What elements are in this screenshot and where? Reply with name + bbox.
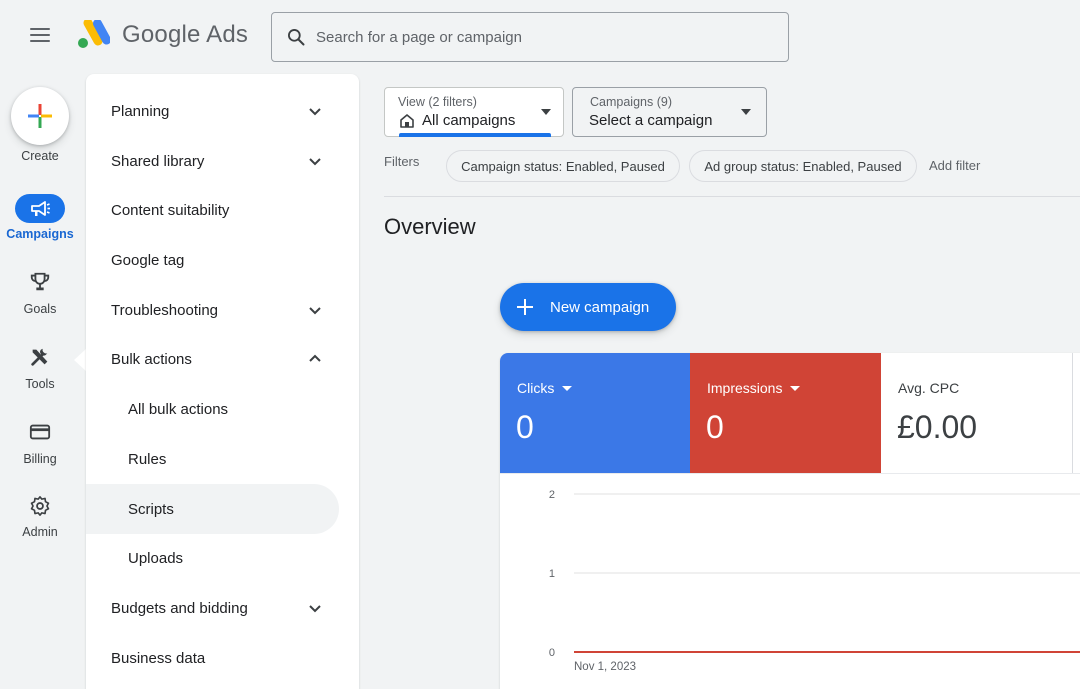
chevron-down-icon [309, 108, 321, 116]
nav-item-label: Planning [111, 102, 170, 120]
nav-item-budgets-and-bidding[interactable]: Budgets and bidding [86, 583, 359, 633]
view-selector-caption: View (2 filters) [398, 95, 477, 109]
campaigns-active-pill [15, 194, 65, 223]
search-box[interactable] [271, 12, 789, 62]
nav-item-content-suitability[interactable]: Content suitability [86, 185, 359, 235]
y-tick-label: 1 [549, 568, 555, 580]
dropdown-caret-icon [562, 385, 573, 391]
chevron-up-icon [309, 354, 321, 362]
metric-name: Clicks [517, 380, 573, 396]
nav-item-label: Bulk actions [111, 350, 192, 368]
campaign-selector[interactable]: Campaigns (9) Select a campaign [572, 87, 767, 137]
nav-item-label: Uploads [128, 549, 184, 567]
rail-item-campaigns[interactable]: Campaigns [0, 192, 80, 242]
home-icon [400, 114, 414, 128]
nav-item-label: Google tag [111, 251, 185, 269]
metric-avg-cpc-label: Avg. CPC [898, 380, 960, 396]
nav-item-label: All bulk actions [128, 400, 229, 418]
metric-separator [1072, 353, 1073, 473]
rail-label-billing: Billing [23, 452, 57, 466]
rail-label-admin: Admin [22, 525, 58, 539]
dropdown-caret-icon [790, 385, 801, 391]
metric-clicks[interactable]: Clicks 0 [500, 353, 690, 473]
trophy-icon [30, 272, 50, 291]
rail-item-tools[interactable]: Tools [0, 343, 80, 393]
gear-icon [30, 496, 50, 516]
filters-label: Filters [384, 154, 420, 169]
nav-item-label: Content suitability [111, 201, 230, 219]
new-campaign-button[interactable]: New campaign [500, 283, 676, 331]
search-input[interactable] [316, 28, 756, 46]
search-icon [288, 29, 305, 46]
campaign-selector-value: Select a campaign [589, 112, 713, 129]
y-tick-label: 2 [549, 489, 555, 501]
nav-item-troubleshooting[interactable]: Troubleshooting [86, 285, 359, 335]
metric-clicks-label: Clicks [517, 380, 555, 396]
rail-label-goals: Goals [23, 302, 57, 316]
filters-divider [384, 196, 1080, 197]
nav-item-business-data[interactable]: Business data [86, 633, 359, 683]
chevron-down-icon [309, 307, 321, 315]
nav-item-planning[interactable]: Planning [86, 86, 359, 136]
nav-item-all-bulk-actions[interactable]: All bulk actions [86, 384, 359, 434]
left-rail: Create Campaigns Goals Tools Billing Adm… [0, 74, 80, 689]
view-selector[interactable]: View (2 filters) All campaigns [384, 87, 564, 137]
tools-icon [31, 348, 48, 366]
metric-name: Impressions [707, 380, 801, 396]
create-button[interactable] [11, 87, 69, 145]
new-campaign-label: New campaign [550, 298, 650, 316]
rail-label-tools: Tools [25, 377, 55, 391]
tools-nav-panel: Planning Shared library Content suitabil… [86, 74, 359, 689]
nav-item-rules[interactable]: Rules [86, 434, 359, 484]
credit-card-icon [29, 424, 51, 440]
metric-avg-cpc-value: £0.00 [897, 409, 978, 445]
nav-item-label: Budgets and bidding [111, 599, 248, 617]
metric-avg-cpc[interactable]: Avg. CPC £0.00 [881, 353, 1072, 473]
metric-clicks-value: 0 [516, 409, 534, 445]
rail-label-create: Create [21, 149, 59, 163]
nav-item-label: Rules [128, 450, 167, 468]
top-bar: Google Ads [0, 0, 1080, 74]
filter-chip-campaign-status[interactable]: Campaign status: Enabled, Paused [446, 150, 680, 182]
filter-chip-ad-group-status[interactable]: Ad group status: Enabled, Paused [689, 150, 917, 182]
add-filter-button[interactable]: Add filter [929, 158, 980, 173]
metric-impressions-value: 0 [706, 409, 724, 445]
nav-item-bulk-actions[interactable]: Bulk actions [86, 334, 359, 384]
metric-impressions-label: Impressions [707, 380, 783, 396]
x-tick-label: Nov 1, 2023 [574, 661, 636, 673]
plus-icon [517, 299, 533, 315]
y-tick-label: 0 [549, 647, 555, 659]
nav-item-label: Business data [111, 649, 206, 667]
dropdown-caret-icon [741, 109, 751, 115]
rail-item-billing[interactable]: Billing [0, 418, 80, 468]
nav-item-uploads[interactable]: Uploads [86, 533, 359, 583]
google-ads-logo[interactable]: Google Ads [76, 20, 248, 50]
campaign-selector-caption: Campaigns (9) [590, 95, 672, 109]
view-selector-underline [399, 133, 551, 137]
performance-card: Clicks 0 Impressions 0 Avg. CPC £0.00 2 1… [500, 353, 1080, 689]
view-selector-value: All campaigns [422, 112, 516, 129]
megaphone-icon [31, 200, 50, 216]
performance-chart: 2 1 0 Nov 1, 2023 [549, 489, 1080, 673]
chevron-down-icon [309, 605, 321, 613]
nav-item-shared-library[interactable]: Shared library [86, 136, 359, 186]
nav-item-scripts[interactable]: Scripts [86, 484, 339, 534]
plus-icon [28, 104, 52, 128]
page-title: Overview [384, 214, 476, 239]
main-menu-icon[interactable] [22, 24, 58, 52]
rail-label-campaigns: Campaigns [6, 227, 74, 241]
dropdown-caret-icon [541, 109, 551, 115]
rail-item-goals[interactable]: Goals [0, 268, 80, 318]
rail-item-admin[interactable]: Admin [0, 492, 80, 542]
nav-item-label: Scripts [128, 500, 174, 518]
nav-item-google-tag[interactable]: Google tag [86, 235, 359, 285]
nav-item-label: Shared library [111, 152, 205, 170]
nav-item-label: Troubleshooting [111, 301, 219, 319]
metric-impressions[interactable]: Impressions 0 [690, 353, 881, 473]
google-ads-logo-icon [78, 20, 110, 48]
chevron-down-icon [309, 158, 321, 166]
brand-name: Google Ads [122, 21, 249, 48]
